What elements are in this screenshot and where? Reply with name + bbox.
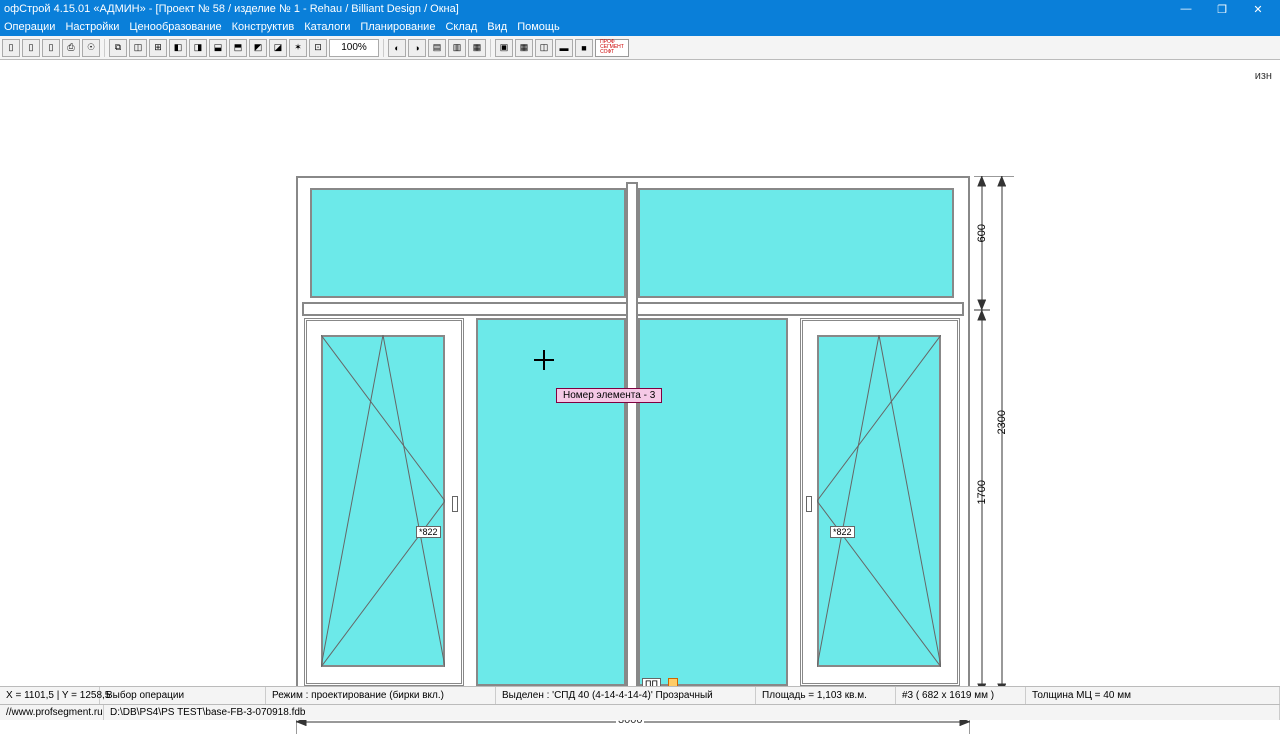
menu-settings[interactable]: Настройки [65, 21, 119, 33]
cursor-crosshair-icon [534, 350, 554, 370]
tool-btn-4[interactable]: ⎙ [62, 39, 80, 57]
logo-icon: ПРОФСЕГМЕНТСОФТ [595, 39, 629, 57]
sash-left[interactable] [304, 318, 464, 686]
handle-right-icon [806, 496, 812, 512]
menu-warehouse[interactable]: Склад [445, 21, 477, 33]
dim-r-top: 600 [976, 224, 988, 242]
close-button[interactable]: ✕ [1248, 2, 1268, 16]
pane-mid-left[interactable] [476, 318, 626, 686]
tool-sep [490, 39, 491, 57]
window-drawing: *822 *822 ПП [296, 176, 970, 694]
tool-btn-20[interactable]: ▥ [448, 39, 466, 57]
dim-right-total: 2300 [996, 410, 1008, 434]
status-op: Выбор операции [100, 687, 266, 704]
dims-right [974, 176, 1024, 694]
menu-construction[interactable]: Конструктив [232, 21, 295, 33]
titlebar-text: офСтрой 4.15.01 «АДМИН» - [Проект № 58 /… [4, 3, 1176, 15]
glass-sash-right[interactable] [817, 335, 941, 667]
tool-btn-2[interactable]: ▯ [22, 39, 40, 57]
tool-sep [383, 39, 384, 57]
tool-btn-12[interactable]: ⬒ [229, 39, 247, 57]
bottombar: //www.profsegment.ru D:\DB\PS4\PS TEST\b… [0, 704, 1280, 720]
pane-top-right[interactable] [638, 188, 954, 298]
zoom-select[interactable] [329, 39, 379, 57]
tool-btn-18[interactable]: ◑ [408, 39, 426, 57]
menu-planning[interactable]: Планирование [360, 21, 435, 33]
annotation-inside: изн [1255, 70, 1272, 82]
toolbar: ▯ ▯ ▯ ⎙ ☉ ⧉ ◫ ⊞ ◧ ◨ ⬓ ⬒ ◩ ◪ ✶ ⊡ ◐ ◑ ▤ ▥ … [0, 36, 1280, 60]
tool-btn-13[interactable]: ◩ [249, 39, 267, 57]
drawing-canvas[interactable]: изн *822 [0, 60, 1280, 686]
tool-btn-5[interactable]: ☉ [82, 39, 100, 57]
pane-top-left[interactable] [310, 188, 626, 298]
status-selected: Выделен : 'СПД 40 (4-14-4-14-4)' Прозрач… [496, 687, 756, 704]
tool-btn-15[interactable]: ✶ [289, 39, 307, 57]
tool-btn-24[interactable]: ◫ [535, 39, 553, 57]
tool-btn-16[interactable]: ⊡ [309, 39, 327, 57]
sash-tag-left: *822 [416, 526, 441, 538]
status-area: Площадь = 1,103 кв.м. [756, 687, 896, 704]
minimize-button[interactable]: — [1176, 2, 1196, 16]
tool-btn-7[interactable]: ◫ [129, 39, 147, 57]
status-size: #3 ( 682 x 1619 мм ) [896, 687, 1026, 704]
menu-catalogs[interactable]: Каталоги [304, 21, 350, 33]
tool-btn-23[interactable]: ▦ [515, 39, 533, 57]
titlebar: офСтрой 4.15.01 «АДМИН» - [Проект № 58 /… [0, 0, 1280, 18]
glass-sash-left[interactable] [321, 335, 445, 667]
menubar: Операции Настройки Ценообразование Конст… [0, 18, 1280, 36]
tool-btn-9[interactable]: ◧ [169, 39, 187, 57]
status-thickness: Толщина МЦ = 40 мм [1026, 687, 1280, 704]
statusbar: X = 1101,5 | Y = 1258,5 Выбор операции Р… [0, 686, 1280, 704]
mullion-center[interactable] [626, 182, 638, 688]
tool-btn-22[interactable]: ▣ [495, 39, 513, 57]
element-tooltip: Номер элемента - 3 [556, 388, 662, 403]
bottom-url: //www.profsegment.ru [0, 705, 104, 720]
bottom-path: D:\DB\PS4\PS TEST\base-FB-3-070918.fdb [104, 705, 1280, 720]
menu-operations[interactable]: Операции [4, 21, 55, 33]
handle-left-icon [452, 496, 458, 512]
tool-btn-25[interactable]: ▬ [555, 39, 573, 57]
tool-btn-19[interactable]: ▤ [428, 39, 446, 57]
sash-tag-right: *822 [830, 526, 855, 538]
tool-btn-6[interactable]: ⧉ [109, 39, 127, 57]
tool-btn-1[interactable]: ▯ [2, 39, 20, 57]
tool-btn-26[interactable]: ■ [575, 39, 593, 57]
menu-help[interactable]: Помощь [517, 21, 560, 33]
tool-btn-17[interactable]: ◐ [388, 39, 406, 57]
tool-btn-3[interactable]: ▯ [42, 39, 60, 57]
dim-r-bottom: 1700 [976, 480, 988, 504]
tool-sep [104, 39, 105, 57]
sash-right[interactable] [800, 318, 960, 686]
maximize-button[interactable]: ❐ [1212, 2, 1232, 16]
status-mode: Режим : проектирование (бирки вкл.) [266, 687, 496, 704]
status-coords: X = 1101,5 | Y = 1258,5 [0, 687, 100, 704]
tool-btn-14[interactable]: ◪ [269, 39, 287, 57]
tool-btn-21[interactable]: ▦ [468, 39, 486, 57]
pane-mid-right[interactable] [638, 318, 788, 686]
tool-btn-8[interactable]: ⊞ [149, 39, 167, 57]
tool-btn-11[interactable]: ⬓ [209, 39, 227, 57]
menu-pricing[interactable]: Ценообразование [129, 21, 221, 33]
tool-btn-10[interactable]: ◨ [189, 39, 207, 57]
menu-view[interactable]: Вид [487, 21, 507, 33]
